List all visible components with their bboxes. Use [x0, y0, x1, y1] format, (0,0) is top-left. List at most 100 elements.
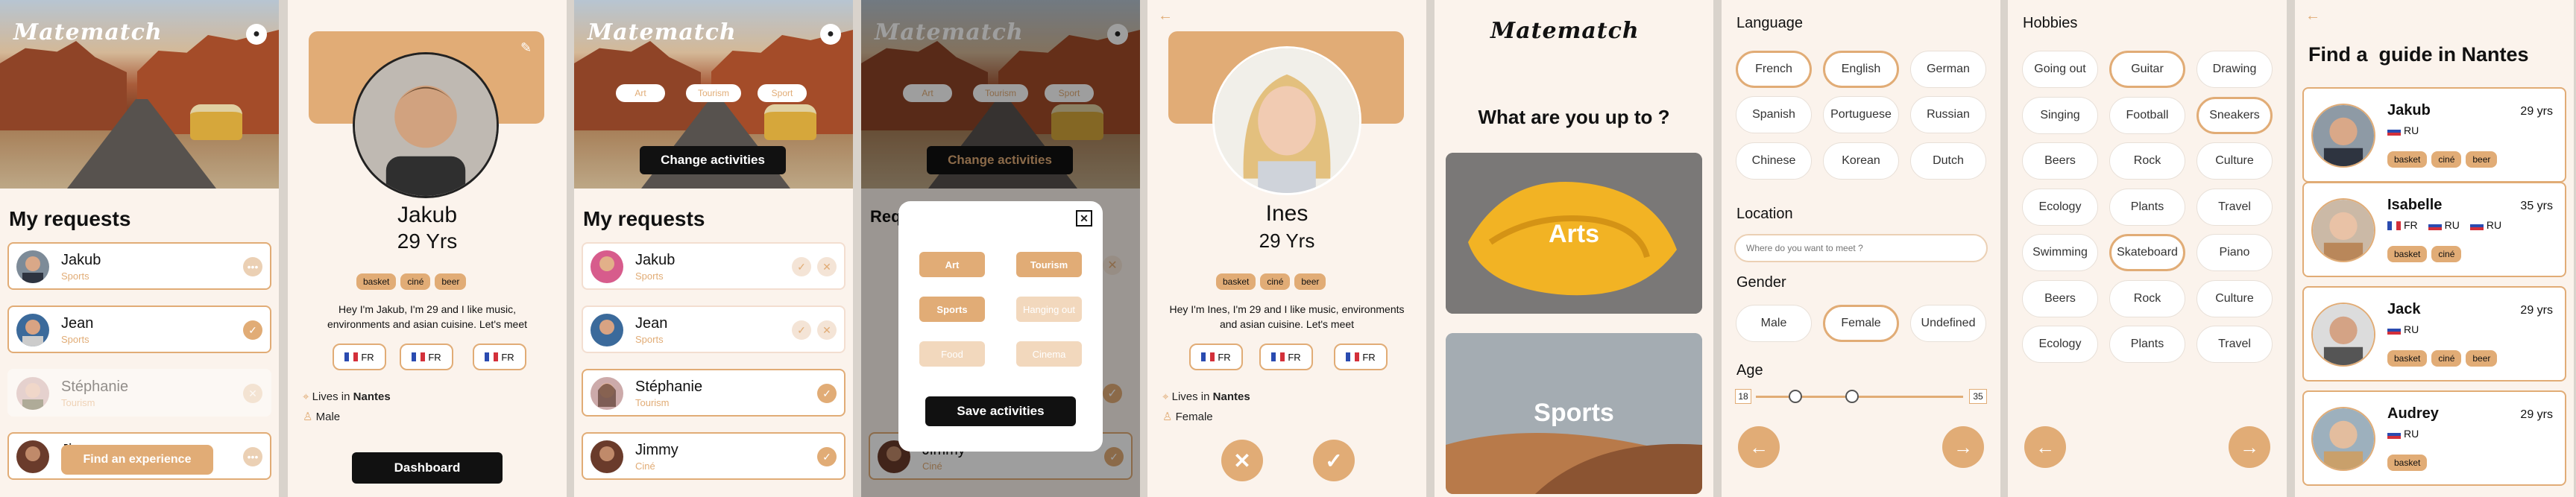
back-arrow-icon[interactable]: ←: [1158, 7, 1173, 25]
close-icon[interactable]: ✕: [817, 320, 837, 340]
hobby-chip[interactable]: Rock: [2109, 279, 2185, 317]
language-chip[interactable]: Chinese: [1736, 142, 1812, 180]
request-item[interactable]: Jean Sports ✓ ✕: [582, 306, 845, 353]
language-chip[interactable]: German: [1910, 51, 1986, 88]
sports-card[interactable]: Sports: [1446, 333, 1702, 494]
language-chip[interactable]: English: [1823, 51, 1899, 88]
activity-option[interactable]: Tourism: [1016, 252, 1082, 277]
request-activity: Tourism: [61, 397, 95, 408]
hobby-chip[interactable]: Beers: [2022, 279, 2098, 317]
language-chip[interactable]: Portuguese: [1823, 96, 1899, 133]
accept-button[interactable]: ✓: [1313, 440, 1355, 481]
hobby-chip[interactable]: Ecology: [2022, 326, 2098, 363]
language-chip[interactable]: French: [1736, 51, 1812, 88]
language-flag: RU: [2469, 219, 2501, 231]
request-item[interactable]: Stéphanie Tourism ✕: [7, 369, 271, 417]
language-chip[interactable]: Spanish: [1736, 96, 1812, 133]
hobby-chip[interactable]: Sneakers: [2196, 96, 2273, 134]
close-icon[interactable]: ✕: [1076, 210, 1092, 227]
guide-card[interactable]: Jakub 29 yrs RU basket ciné beer: [2302, 87, 2566, 183]
guide-card[interactable]: Jack 29 yrs RU basket ciné beer: [2302, 286, 2566, 382]
profile-icon[interactable]: ●: [246, 24, 267, 45]
filter-chip[interactable]: Tourism: [686, 84, 741, 102]
close-icon[interactable]: ✕: [817, 257, 837, 276]
hobby-chip[interactable]: Swimming: [2022, 234, 2098, 271]
activity-option[interactable]: Hanging out: [1016, 297, 1082, 322]
gender-chip[interactable]: Male: [1736, 305, 1812, 342]
request-item[interactable]: Jean Sports ✓: [7, 306, 271, 353]
gender-chip[interactable]: Undefined: [1910, 305, 1986, 342]
activity-option[interactable]: Food: [919, 341, 985, 367]
tag: beer: [435, 273, 467, 290]
request-item[interactable]: Jakub Sports ✓ ✕: [582, 242, 845, 290]
next-button[interactable]: →: [1942, 426, 1984, 468]
request-item[interactable]: Stéphanie Tourism ✓: [582, 369, 845, 417]
activity-option[interactable]: Art: [919, 252, 985, 277]
hobby-chip[interactable]: Singing: [2022, 96, 2098, 134]
check-icon[interactable]: ✓: [817, 447, 837, 466]
hobby-chip[interactable]: Going out: [2022, 51, 2098, 88]
hobby-chip[interactable]: Drawing: [2196, 51, 2273, 88]
request-activity: Sports: [635, 334, 664, 345]
hobby-chip[interactable]: Rock: [2109, 142, 2185, 180]
location-input[interactable]: [1734, 234, 1988, 262]
tag: basket: [2387, 350, 2428, 367]
more-icon[interactable]: •••: [243, 257, 262, 276]
profile-icon[interactable]: ●: [820, 24, 841, 45]
filter-chip[interactable]: Art: [616, 84, 665, 102]
hobby-chip[interactable]: Beers: [2022, 142, 2098, 180]
age-slider-track[interactable]: [1756, 396, 1963, 398]
hobby-chip[interactable]: Culture: [2196, 279, 2273, 317]
check-icon[interactable]: ✓: [792, 320, 811, 340]
language-chip[interactable]: Russian: [1910, 96, 1986, 133]
guide-age: 35 yrs: [2520, 200, 2553, 212]
hobby-chip[interactable]: Football: [2109, 96, 2185, 134]
change-activities-button[interactable]: Change activities: [640, 146, 786, 174]
filter-chip[interactable]: Sport: [758, 84, 807, 102]
back-button[interactable]: ←: [2024, 426, 2066, 468]
check-icon[interactable]: ✓: [817, 384, 837, 403]
language-chip[interactable]: Dutch: [1910, 142, 1986, 180]
request-item[interactable]: Jakub Sports •••: [7, 242, 271, 290]
profile-name: Jakub: [397, 203, 458, 227]
gender-chip[interactable]: Female: [1823, 305, 1899, 342]
check-icon[interactable]: ✓: [243, 320, 262, 340]
hobby-chip[interactable]: Travel: [2196, 188, 2273, 226]
hobby-chip[interactable]: Culture: [2196, 142, 2273, 180]
arts-card[interactable]: Arts: [1446, 153, 1702, 314]
next-button[interactable]: →: [2229, 426, 2270, 468]
request-item[interactable]: Jimmy Ciné ✓: [582, 432, 845, 480]
hobby-chip[interactable]: Piano: [2196, 234, 2273, 271]
save-activities-button[interactable]: Save activities: [925, 396, 1076, 426]
reject-button[interactable]: ✕: [1221, 440, 1263, 481]
hobby-chip[interactable]: Plants: [2109, 188, 2185, 226]
language-flag: RU: [2387, 323, 2419, 335]
language-flag: RU: [2428, 219, 2460, 231]
age-max-value: 35: [1969, 389, 1987, 404]
find-experience-button[interactable]: Find an experience: [61, 445, 213, 475]
dashboard-button[interactable]: Dashboard: [352, 452, 503, 484]
activity-option[interactable]: Cinema: [1016, 341, 1082, 367]
pencil-icon[interactable]: ✎: [520, 40, 532, 56]
age-slider-max-handle[interactable]: [1845, 390, 1859, 403]
back-arrow-icon[interactable]: ←: [2305, 7, 2320, 25]
more-icon[interactable]: •••: [243, 447, 262, 466]
activity-option[interactable]: Sports: [919, 297, 985, 322]
request-name: Stéphanie: [635, 379, 703, 395]
guide-card[interactable]: Audrey 29 yrs RU basket: [2302, 390, 2566, 486]
check-icon[interactable]: ✓: [792, 257, 811, 276]
interest-tags: basket ciné beer: [2387, 151, 2501, 168]
age-slider-min-handle[interactable]: [1789, 390, 1802, 403]
hobby-chip[interactable]: Ecology: [2022, 188, 2098, 226]
hobby-chip[interactable]: Skateboard: [2109, 234, 2185, 271]
request-name: Jean: [61, 315, 94, 332]
guide-age: 29 yrs: [2520, 408, 2553, 421]
language-badge: FR: [1189, 344, 1243, 370]
hobby-chip[interactable]: Guitar: [2109, 51, 2185, 88]
guide-card[interactable]: Isabelle 35 yrs FR RU RU basket ciné: [2302, 182, 2566, 277]
hobby-chip[interactable]: Travel: [2196, 326, 2273, 363]
language-chip[interactable]: Korean: [1823, 142, 1899, 180]
hobby-chip[interactable]: Plants: [2109, 326, 2185, 363]
close-icon[interactable]: ✕: [243, 384, 262, 403]
back-button[interactable]: ←: [1738, 426, 1780, 468]
